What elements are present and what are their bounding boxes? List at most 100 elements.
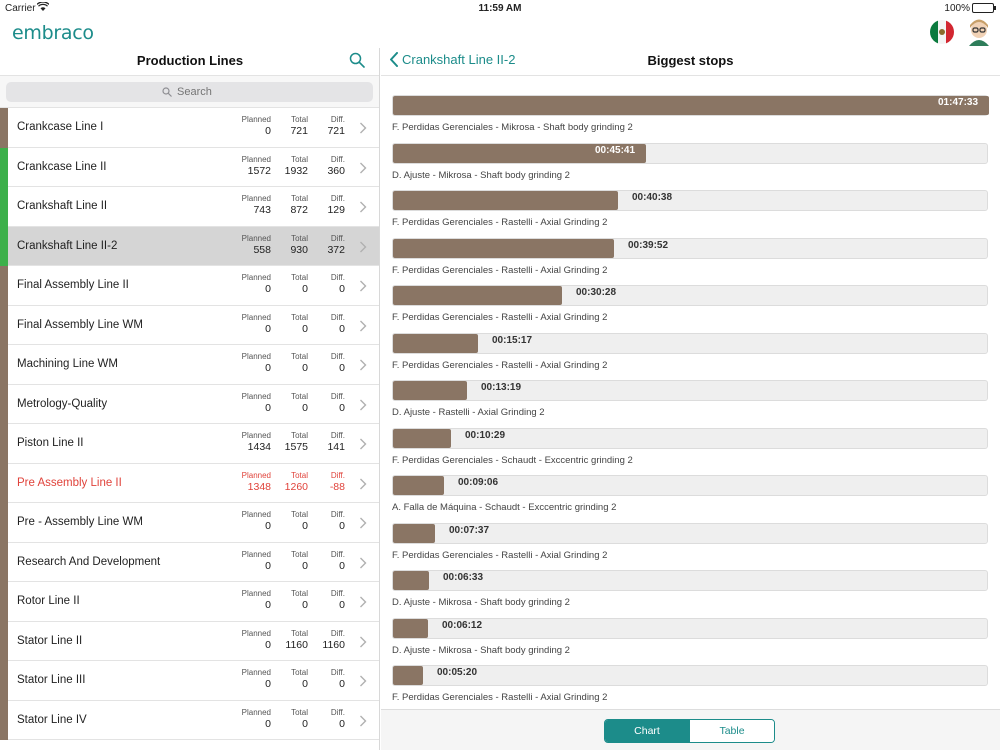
search-icon[interactable] [349, 52, 365, 68]
stop-item[interactable]: 01:47:33 F. Perdidas Gerenciales - Mikros… [392, 93, 989, 141]
production-line-row[interactable]: Crankshaft Line II Planned 743 Total 872 Diff… [0, 187, 379, 227]
search-field-icon [162, 87, 172, 97]
stop-item[interactable]: 00:06:12 D. Ajuste - Mikrosa - Shaft body… [392, 616, 988, 664]
total-label: Total [291, 470, 308, 480]
total-column: Total 0 [268, 708, 308, 730]
production-line-row[interactable]: Research And Development Planned 0 Total 0 Di… [0, 542, 379, 582]
stop-item[interactable]: 00:07:37 F. Perdidas Gerenciales - Rastel… [392, 521, 988, 569]
stop-duration: 00:15:17 [492, 334, 533, 346]
production-line-row[interactable]: Piston Line II Planned 1434 Total 1575 Diff. 1… [0, 424, 379, 464]
production-line-row[interactable]: Machining Line WM Planned 0 Total 0 Diff. 0 [0, 345, 379, 385]
diff-label: Diff. [330, 628, 345, 638]
stop-item[interactable]: 00:39:52 F. Perdidas Gerenciales - Rastel… [392, 236, 988, 284]
stop-item[interactable]: 00:13:19 D. Ajuste - Rastelli - Axial Gri… [392, 378, 988, 426]
planned-value: 0 [265, 678, 271, 690]
stop-item[interactable]: 00:30:28 F. Perdidas Gerenciales - Rastel… [392, 283, 988, 331]
stop-bar-track [392, 285, 988, 306]
tab-table[interactable]: Table [689, 720, 774, 742]
planned-label: Planned [241, 312, 271, 322]
production-line-row[interactable]: Stator Line II Planned 0 Total 1160 Diff. 1160 [0, 621, 379, 661]
detail-title: Biggest stops [647, 53, 734, 68]
stop-bar-track [392, 332, 988, 354]
stop-item[interactable]: 00:15:17 F. Perdidas Gerenciales - Rastel… [392, 331, 988, 379]
total-label: Total [291, 707, 308, 717]
diff-value: 0 [339, 520, 345, 532]
diff-label: Diff. [330, 352, 345, 361]
diff-column: Diff. 0 [305, 510, 345, 532]
diff-label: Diff. [330, 549, 345, 559]
line-name: Stator Line III [17, 674, 86, 687]
page-title: Production Lines [136, 53, 244, 68]
stop-bar [393, 381, 467, 400]
stop-item[interactable]: 00:40:38 F. Perdidas Gerenciales - Rastel… [392, 188, 988, 236]
planned-column: Planned 0 [221, 273, 271, 295]
chevron-right-icon [360, 241, 367, 252]
production-line-row[interactable]: Rotor Line II Planned 0 Total 0 Diff. 0 [0, 582, 379, 622]
total-column: Total 0 [268, 510, 308, 532]
status-indicator [0, 661, 8, 701]
diff-label: Diff. [330, 589, 345, 598]
production-line-row[interactable]: Stator Line IV Planned 0 Total 0 Diff. 0 [0, 700, 379, 740]
stop-label: D. Ajuste - Mikrosa - Shaft body grindin… [392, 169, 570, 181]
status-indicator [0, 463, 8, 503]
diff-value: 141 [327, 441, 345, 453]
total-column: Total 872 [268, 194, 308, 216]
planned-column: Planned 0 [221, 550, 271, 572]
stop-bar-track [392, 95, 989, 116]
production-line-row[interactable]: Pre - Assembly Line WM Planned 0 Total 0 Diff… [0, 503, 379, 543]
production-line-row[interactable]: Stator Line III Planned 0 Total 0 Diff. 0 [0, 661, 379, 701]
diff-column: Diff. 0 [305, 392, 345, 414]
planned-value: 0 [265, 125, 271, 137]
line-name: Final Assembly Line II [17, 279, 129, 292]
user-avatar-icon[interactable] [966, 18, 992, 46]
total-label: Total [291, 194, 308, 203]
stop-item[interactable]: 00:10:29 F. Perdidas Gerenciales - Schaud… [392, 426, 988, 474]
planned-value: 0 [265, 520, 271, 532]
stop-label: F. Perdidas Gerenciales - Rastelli - Axi… [392, 359, 608, 371]
stop-label: F. Perdidas Gerenciales - Rastelli - Axi… [392, 549, 608, 561]
line-name: Crankshaft Line II-2 [17, 239, 118, 252]
status-indicator [0, 147, 8, 187]
planned-label: Planned [241, 628, 271, 638]
diff-column: Diff. 0 [305, 550, 345, 572]
diff-value: 0 [339, 362, 345, 374]
search-field[interactable] [6, 82, 373, 102]
diff-label: Diff. [330, 194, 345, 203]
planned-column: Planned 558 [221, 234, 271, 256]
total-label: Total [291, 589, 308, 598]
status-bar: Carrier 11:59 AM 100% [0, 0, 1000, 16]
mexico-flag-icon[interactable] [930, 20, 954, 44]
production-line-row[interactable]: Crankshaft Line II-2 Planned 558 Total 930 Di… [0, 226, 379, 266]
production-line-row[interactable]: Pre Assembly Line II Planned 1348 Total 1260… [0, 463, 379, 503]
planned-label: Planned [241, 549, 271, 559]
stop-label: F. Perdidas Gerenciales - Rastelli - Axi… [392, 692, 608, 703]
total-value: 1260 [284, 480, 308, 493]
total-label: Total [291, 431, 308, 440]
total-column: Total 0 [268, 352, 308, 374]
production-line-row[interactable]: Final Assembly Line II Planned 0 Total 0 Diff… [0, 266, 379, 306]
left-nav-bar: Production Lines [0, 48, 379, 76]
stop-bar [393, 618, 428, 638]
total-value: 0 [302, 599, 308, 611]
status-indicator [0, 621, 8, 661]
status-indicator [0, 503, 8, 543]
total-value: 872 [290, 204, 308, 216]
chevron-right-icon [360, 359, 367, 371]
diff-column: Diff. 360 [305, 155, 345, 177]
stop-bar [393, 666, 423, 685]
tab-chart[interactable]: Chart [605, 720, 689, 742]
stop-item[interactable]: 00:45:41 D. Ajuste - Mikrosa - Shaft body… [392, 141, 988, 189]
diff-column: Diff. 0 [305, 313, 345, 335]
stop-item[interactable]: 00:09:06 A. Falla de Máquina - Schaudt - … [392, 473, 988, 521]
search-input[interactable] [177, 86, 217, 98]
production-line-row[interactable]: Final Assembly Line WM Planned 0 Total 0 Diff… [0, 305, 379, 345]
diff-column: Diff. 0 [305, 668, 345, 690]
stop-item[interactable]: 00:06:33 D. Ajuste - Mikrosa - Shaft body… [392, 568, 988, 616]
production-line-row[interactable]: Crankcase Line I Planned 0 Total 721 Diff. 721 [0, 108, 379, 148]
diff-label: Diff. [330, 115, 345, 124]
production-line-row[interactable]: Metrology-Quality Planned 0 Total 0 Diff. 0 [0, 384, 379, 424]
diff-label: Diff. [330, 470, 345, 480]
bottom-toolbar: Chart Table [381, 709, 1000, 750]
stop-item[interactable]: 00:05:20 F. Perdidas Gerenciales - Rastel… [392, 663, 988, 711]
production-line-row[interactable]: Crankcase Line II Planned 1572 Total 1932 Dif… [0, 147, 379, 187]
